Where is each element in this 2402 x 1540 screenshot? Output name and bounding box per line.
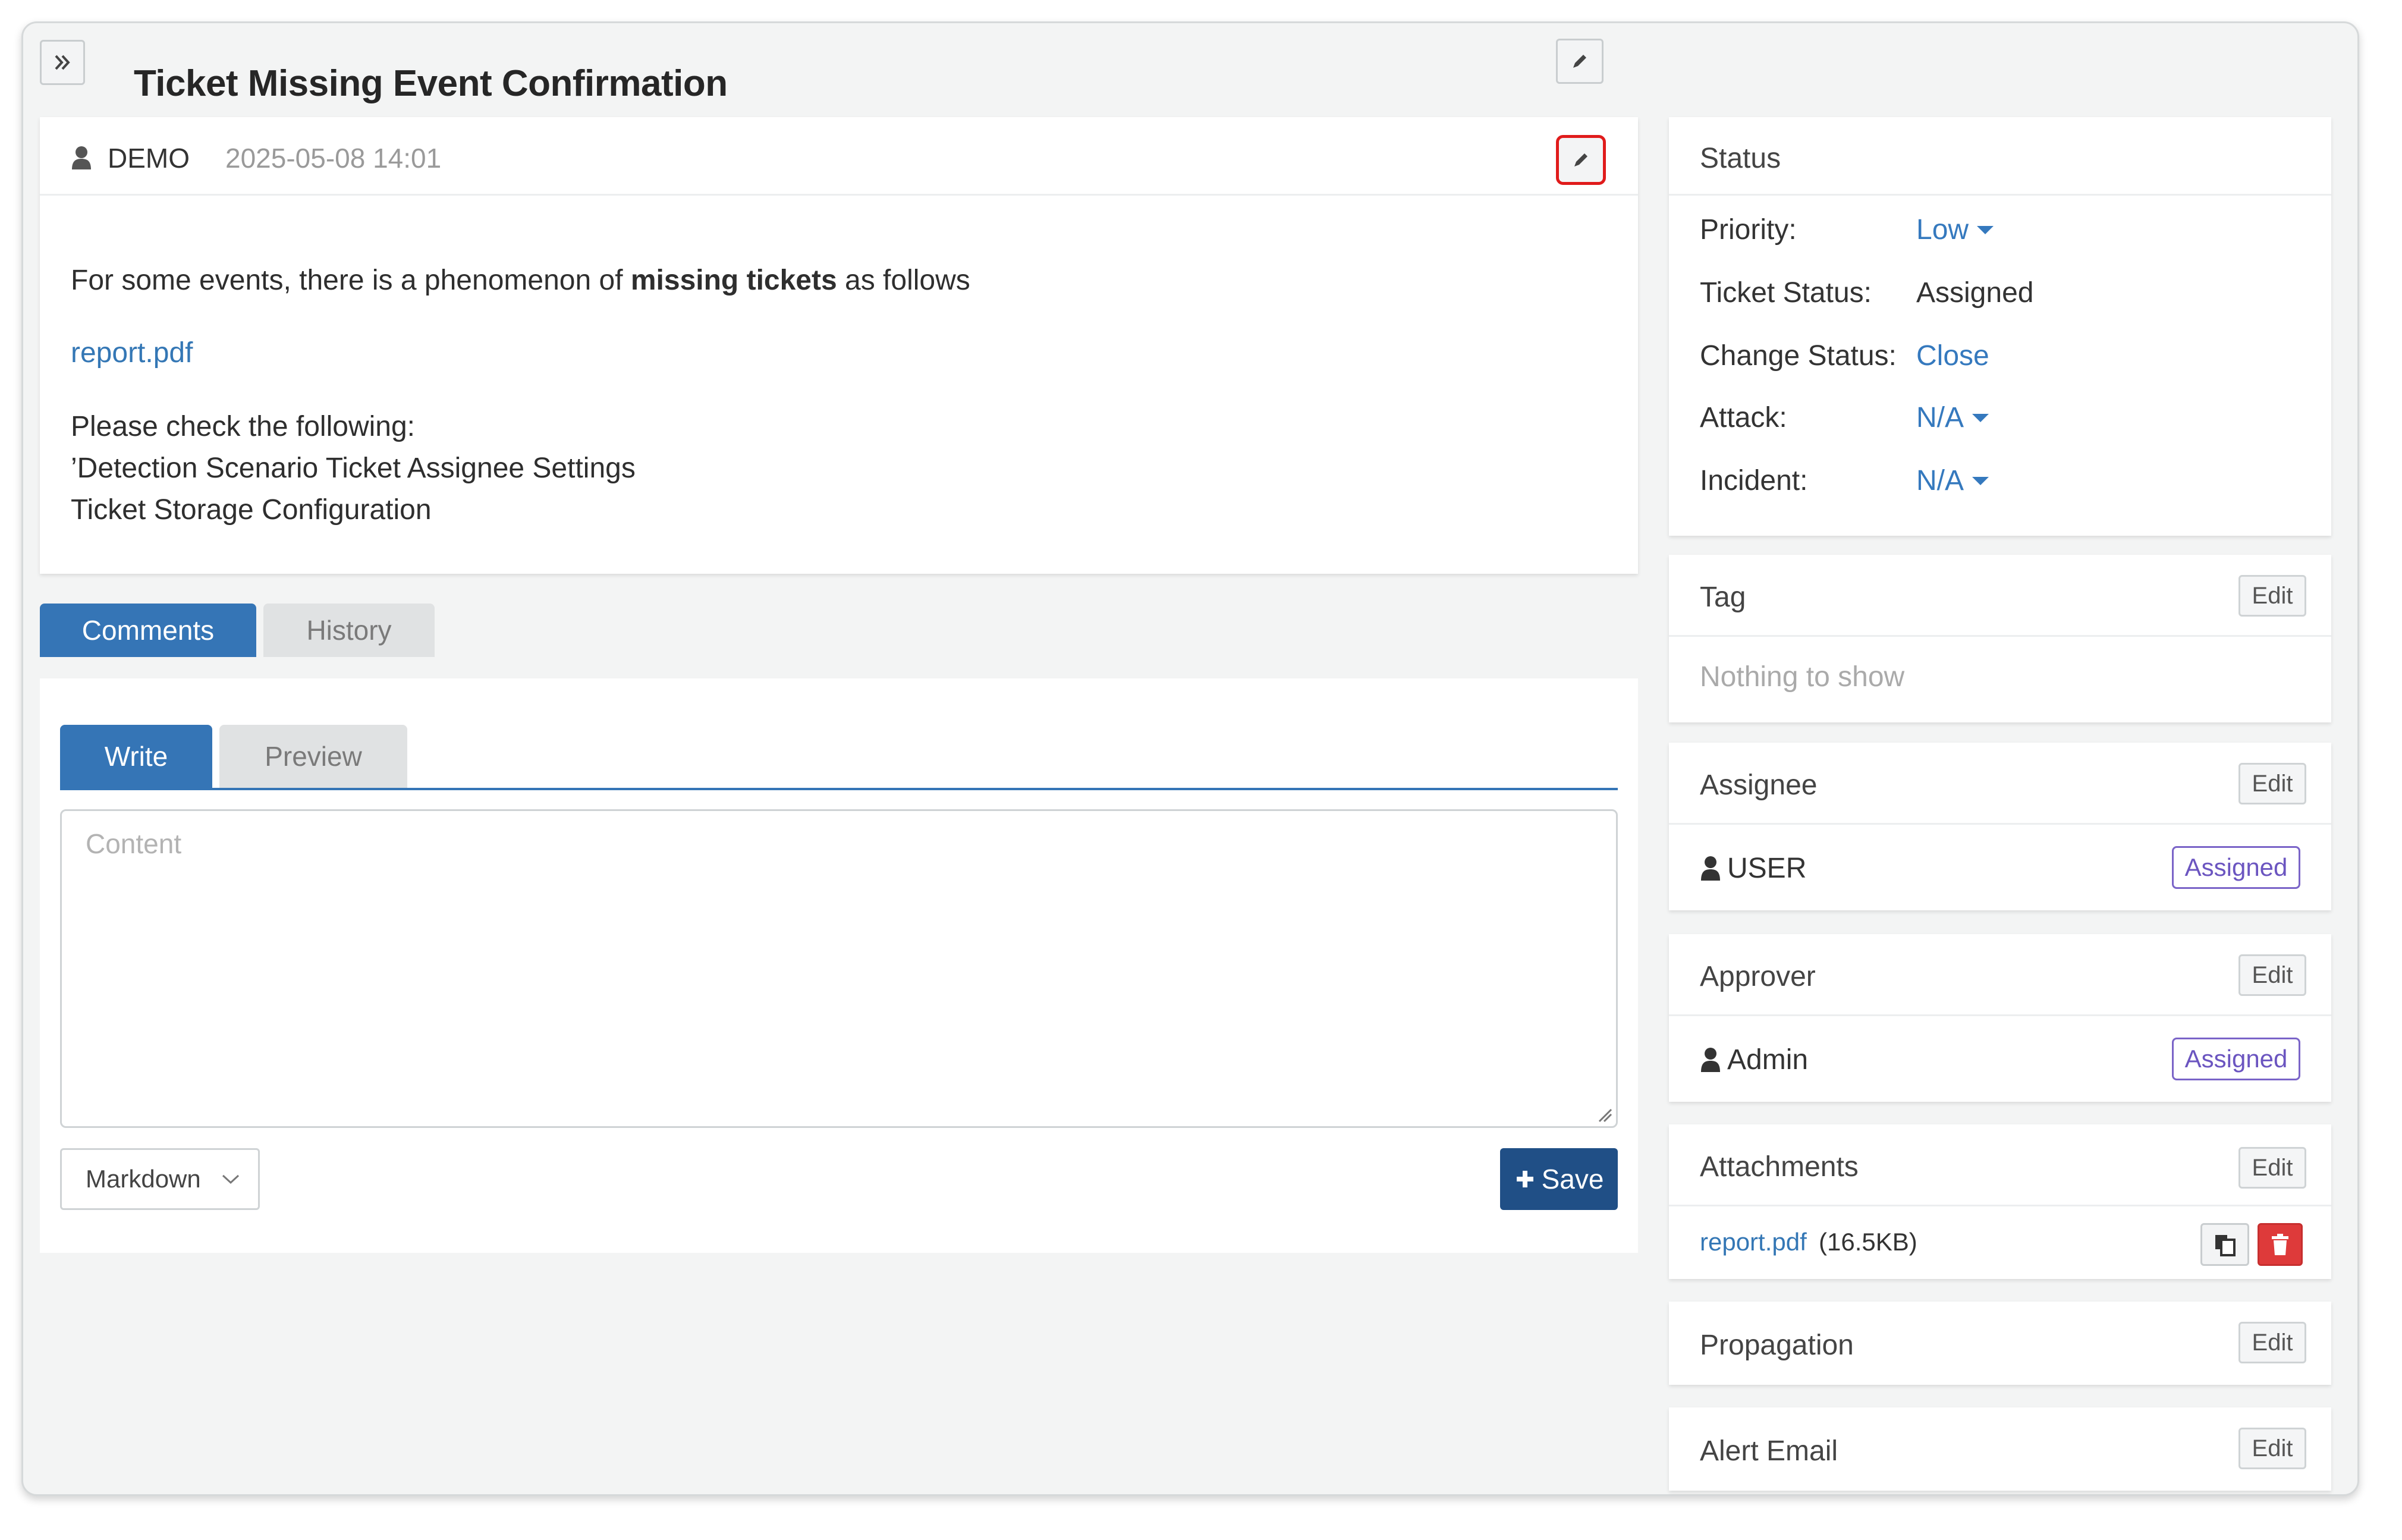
attack-label: Attack: <box>1700 402 1787 433</box>
tag-edit-button[interactable]: Edit <box>2238 575 2306 617</box>
incident-value: N/A <box>1916 465 1964 496</box>
intro-text-end: as follows <box>837 265 970 296</box>
trash-icon <box>2272 1234 2288 1255</box>
propagation-edit-button[interactable]: Edit <box>2238 1322 2306 1363</box>
ticket-status-label: Ticket Status: <box>1700 277 1872 309</box>
approver-title: Approver <box>1700 961 1816 992</box>
save-comment-button[interactable]: Save <box>1500 1148 1618 1210</box>
tag-header: Tag Edit <box>1669 555 2331 637</box>
double-chevron-right-icon <box>55 55 70 70</box>
chevron-down-icon <box>222 1174 239 1184</box>
pencil-icon <box>1573 55 1586 68</box>
alert-email-panel: Alert Email Edit <box>1669 1407 2331 1491</box>
attachments-edit-button[interactable]: Edit <box>2238 1147 2306 1189</box>
post-header: DEMO 2025-05-08 14:01 <box>40 117 1638 196</box>
post-check-line-1: Please check the following: <box>71 411 415 442</box>
tag-panel: Tag Edit Nothing to show <box>1669 555 2331 722</box>
priority-dropdown[interactable]: Low <box>1916 213 1994 246</box>
status-title: Status <box>1700 143 1781 174</box>
assignee-header: Assignee Edit <box>1669 743 2331 825</box>
user-icon <box>1701 856 1720 881</box>
attack-value: N/A <box>1916 402 1964 433</box>
status-header: Status <box>1669 117 2331 196</box>
pencil-icon <box>1574 153 1587 166</box>
tab-history[interactable]: History <box>263 604 435 657</box>
approver-edit-button[interactable]: Edit <box>2238 954 2306 996</box>
approver-status-badge: Assigned <box>2172 1038 2300 1080</box>
copy-icon <box>2215 1235 2236 1256</box>
post-author: DEMO <box>108 143 190 174</box>
resize-handle-icon[interactable] <box>1597 1107 1612 1123</box>
priority-value: Low <box>1916 214 1969 246</box>
approver-user: Admin <box>1727 1044 1809 1076</box>
post-attachment-link[interactable]: report.pdf <box>71 332 193 374</box>
delete-attachment-button[interactable] <box>2258 1223 2303 1266</box>
post-check-line-3: Ticket Storage Configuration <box>71 494 432 526</box>
assignee-edit-button[interactable]: Edit <box>2238 763 2306 804</box>
alert-email-edit-button[interactable]: Edit <box>2238 1428 2306 1469</box>
alert-email-title: Alert Email <box>1700 1435 1838 1467</box>
attachments-title: Attachments <box>1700 1151 1859 1183</box>
approver-header: Approver Edit <box>1669 934 2331 1016</box>
user-icon <box>72 146 91 169</box>
tag-title: Tag <box>1700 582 1746 613</box>
change-status-label: Change Status: <box>1700 340 1897 372</box>
edit-post-button[interactable] <box>1556 135 1606 185</box>
save-label: Save <box>1541 1164 1604 1195</box>
attachments-panel: Attachments Edit report.pdf (16.5KB) <box>1669 1124 2331 1279</box>
content-placeholder: Content <box>86 828 182 859</box>
plus-icon <box>1516 1171 1533 1187</box>
edit-title-button[interactable] <box>1556 39 1604 84</box>
tab-preview[interactable]: Preview <box>219 725 407 788</box>
tab-comments[interactable]: Comments <box>40 604 256 657</box>
attachments-header: Attachments Edit <box>1669 1124 2331 1206</box>
editor-tab-underline <box>60 788 1618 790</box>
ticket-description-panel: DEMO 2025-05-08 14:01 For some events, t… <box>40 117 1638 574</box>
tag-empty-text: Nothing to show <box>1700 661 1905 693</box>
change-status-link[interactable]: Close <box>1916 340 1989 372</box>
attachment-file-size: (16.5KB) <box>1819 1228 1917 1256</box>
intro-text-bold: missing tickets <box>630 265 837 296</box>
format-select[interactable]: Markdown <box>60 1148 260 1210</box>
propagation-title: Propagation <box>1700 1330 1854 1361</box>
status-panel: Status Priority: Low Ticket Status: Assi… <box>1669 117 2331 536</box>
assignee-panel: Assignee Edit USER Assigned <box>1669 743 2331 910</box>
copy-attachment-button[interactable] <box>2200 1223 2249 1266</box>
intro-text-start: For some events, there is a phenomenon o… <box>71 265 631 296</box>
assignee-title: Assignee <box>1700 769 1818 801</box>
approver-panel: Approver Edit Admin Assigned <box>1669 934 2331 1102</box>
assignee-user: USER <box>1727 853 1807 884</box>
tab-write[interactable]: Write <box>60 725 212 788</box>
user-icon <box>1701 1048 1720 1072</box>
page-title: Ticket Missing Event Confirmation <box>134 63 728 104</box>
incident-label: Incident: <box>1700 465 1808 496</box>
ticket-status-value: Assigned <box>1916 277 2034 309</box>
ticket-page: Ticket Missing Event Confirmation DEMO 2… <box>21 21 2359 1496</box>
caret-down-icon <box>1977 225 1994 234</box>
caret-down-icon <box>1972 476 1989 485</box>
post-intro-text: For some events, there is a phenomenon o… <box>71 260 970 301</box>
propagation-panel: Propagation Edit <box>1669 1302 2331 1385</box>
expand-sidebar-button[interactable] <box>40 40 85 85</box>
comment-content-field[interactable]: Content <box>60 809 1618 1128</box>
caret-down-icon <box>1972 413 1989 422</box>
assignee-status-badge: Assigned <box>2172 846 2300 889</box>
post-timestamp: 2025-05-08 14:01 <box>225 143 442 174</box>
priority-label: Priority: <box>1700 214 1797 246</box>
post-check-line-2: ’Detection Scenario Ticket Assignee Sett… <box>71 452 636 484</box>
format-select-value: Markdown <box>86 1165 201 1193</box>
incident-dropdown[interactable]: N/A <box>1916 464 1989 497</box>
attack-dropdown[interactable]: N/A <box>1916 401 1989 434</box>
attachment-file-link[interactable]: report.pdf <box>1700 1228 1807 1256</box>
comment-editor-panel: Write Preview Content Markdown Save <box>40 678 1638 1253</box>
